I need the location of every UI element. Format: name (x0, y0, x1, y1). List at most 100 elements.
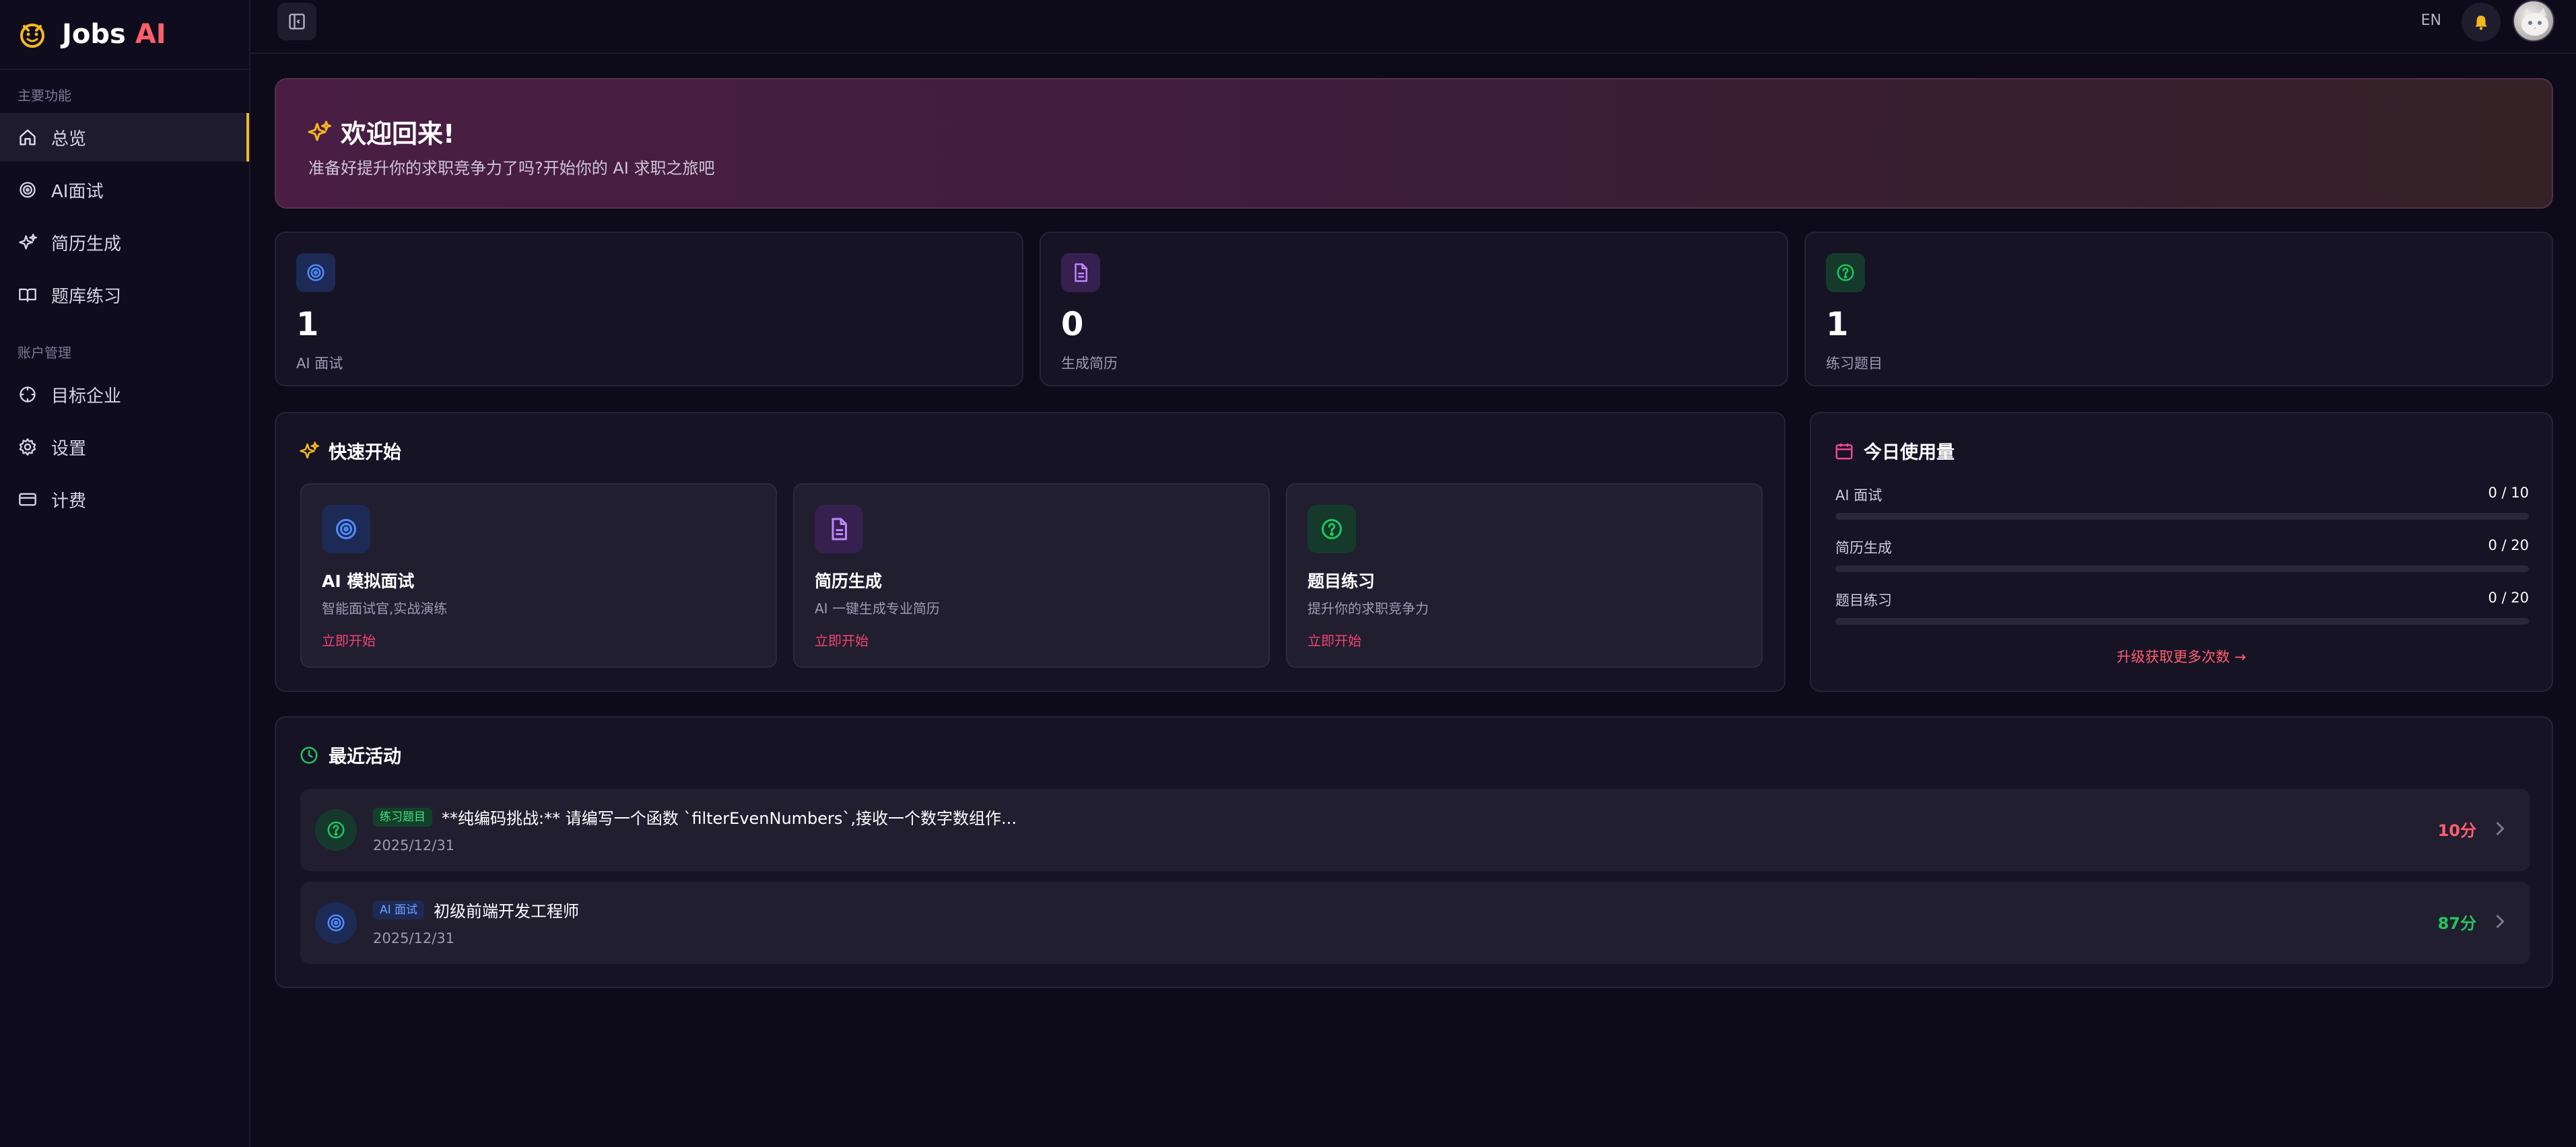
question-icon (1826, 253, 1865, 292)
calendar-icon (1834, 441, 1854, 461)
banner-title: 欢迎回来! (307, 113, 454, 150)
stat-label: AI 面试 (296, 355, 343, 372)
target-icon (18, 180, 38, 200)
document-icon (1061, 253, 1100, 292)
section-label-account: 账户管理 (18, 345, 71, 361)
stat-card-resumes: 0 生成简历 (1040, 232, 1788, 386)
card-description: AI 一键生成专业简历 (815, 600, 940, 617)
quick-start-card-resume[interactable]: 简历生成 AI 一键生成专业简历 立即开始 (793, 483, 1270, 668)
usage-value: 0 / 10 (2488, 485, 2529, 501)
upgrade-link[interactable]: 升级获取更多次数 → (1811, 646, 2552, 666)
sidebar-item-label: AI面试 (51, 181, 104, 202)
panel-title: 今日使用量 (1834, 438, 1955, 464)
credit-card-icon (18, 489, 38, 510)
usage-progress-bar (1835, 565, 2529, 572)
logo[interactable]: Jobs AI (0, 0, 249, 70)
sidebar-item-label: 目标企业 (51, 386, 122, 407)
activity-tag: AI 面试 (373, 900, 425, 919)
sparkles-icon (308, 120, 331, 141)
activity-date: 2025/12/31 (373, 930, 455, 946)
target-icon (322, 505, 370, 553)
sidebar-item-ai-interview[interactable]: AI面试 (0, 166, 249, 214)
stat-value: 0 (1061, 306, 1084, 343)
start-link[interactable]: 立即开始 (1308, 630, 1361, 650)
sparkles-icon (299, 441, 319, 461)
sidebar-toggle-button[interactable] (277, 3, 316, 40)
gear-icon (18, 437, 38, 457)
panel-title: 快速开始 (299, 438, 401, 464)
quick-start-panel: 快速开始 AI 模拟面试 智能面试官,实战演练 立即开始 简历生成 AI 一键生… (275, 412, 1786, 692)
stat-value: 1 (1826, 306, 1849, 343)
stat-value: 1 (296, 306, 319, 343)
sparkles-icon (18, 232, 38, 252)
sidebar-item-label: 简历生成 (51, 234, 122, 254)
usage-label: 简历生成 (1835, 540, 1892, 556)
panel-title: 最近活动 (299, 742, 401, 768)
app: Jobs AI 主要功能 总览 AI面试 简历生成 题库练习 账户管理 目标企业… (0, 0, 2576, 1147)
welcome-banner: 欢迎回来! 准备好提升你的求职竞争力了吗?开始你的 AI 求职之旅吧 (275, 78, 2553, 209)
activity-header: AI 面试 初级前端开发工程师 (373, 898, 579, 922)
usage-label: AI 面试 (1835, 487, 1883, 503)
activity-item[interactable]: AI 面试 初级前端开发工程师 2025/12/31 87分 (300, 882, 2530, 964)
sidebar-item-question-bank[interactable]: 题库练习 (0, 271, 249, 319)
card-title: 简历生成 (815, 571, 883, 591)
stat-label: 练习题目 (1826, 355, 1883, 372)
banner-subtitle: 准备好提升你的求职竞争力了吗?开始你的 AI 求职之旅吧 (308, 159, 715, 178)
activity-tag: 练习题目 (373, 807, 432, 827)
usage-value: 0 / 20 (2488, 537, 2529, 553)
chevron-right-icon (2494, 819, 2510, 839)
sidebar-item-label: 设置 (51, 438, 87, 459)
sidebar-item-label: 计费 (51, 491, 87, 512)
brand-name: Jobs AI (62, 19, 166, 50)
stat-card-questions: 1 练习题目 (1804, 232, 2553, 386)
sidebar-item-target-companies[interactable]: 目标企业 (0, 370, 249, 419)
sidebar-item-settings[interactable]: 设置 (0, 423, 249, 471)
avatar[interactable] (2513, 0, 2554, 42)
start-link[interactable]: 立即开始 (322, 630, 376, 650)
smiley-logo-icon (20, 24, 44, 48)
activity-item[interactable]: 练习题目 **纯编码挑战:** 请编写一个函数 `filterEvenNumbe… (300, 789, 2530, 871)
usage-progress-bar (1835, 618, 2529, 625)
language-switch[interactable]: EN (2421, 11, 2441, 31)
sidebar-item-overview[interactable]: 总览 (0, 113, 249, 162)
document-icon (815, 505, 863, 553)
question-icon (315, 809, 357, 851)
crosshair-icon (18, 384, 38, 405)
usage-label: 题目练习 (1835, 592, 1892, 609)
sidebar-item-resume[interactable]: 简历生成 (0, 218, 249, 267)
daily-usage-panel: 今日使用量 AI 面试 0 / 10 简历生成 0 / 20 题目练习 0 / … (1810, 412, 2553, 692)
home-icon (18, 127, 38, 147)
activity-score: 87分 (2437, 914, 2476, 933)
stat-card-ai-interview: 1 AI 面试 (275, 232, 1023, 386)
cat-avatar-icon (2521, 8, 2548, 36)
activity-score: 10分 (2437, 821, 2476, 840)
quick-start-card-interview[interactable]: AI 模拟面试 智能面试官,实战演练 立即开始 (300, 483, 777, 668)
quick-start-card-practice[interactable]: 题目练习 提升你的求职竞争力 立即开始 (1286, 483, 1763, 668)
stat-label: 生成简历 (1061, 355, 1118, 372)
usage-progress-bar (1835, 513, 2529, 520)
card-description: 提升你的求职竞争力 (1308, 600, 1429, 617)
card-title: AI 模拟面试 (322, 571, 415, 591)
activity-date: 2025/12/31 (373, 837, 455, 854)
activity-title: **纯编码挑战:** 请编写一个函数 `filterEvenNumbers`,接… (442, 809, 1017, 828)
target-icon (296, 253, 335, 292)
topbar: EN (250, 0, 2576, 54)
usage-value: 0 / 20 (2488, 590, 2529, 606)
card-description: 智能面试官,实战演练 (322, 600, 448, 617)
book-icon (18, 285, 38, 305)
clock-icon (299, 745, 319, 765)
sidebar-item-label: 题库练习 (51, 286, 122, 307)
section-label-main: 主要功能 (18, 88, 71, 104)
sidebar-item-billing[interactable]: 计费 (0, 475, 249, 524)
recent-activity-panel: 最近活动 练习题目 **纯编码挑战:** 请编写一个函数 `filterEven… (275, 716, 2553, 988)
card-title: 题目练习 (1308, 571, 1376, 591)
panel-left-icon (289, 13, 305, 30)
question-icon (1308, 505, 1356, 553)
activity-title: 初级前端开发工程师 (434, 902, 580, 921)
sidebar-item-label: 总览 (51, 129, 87, 149)
chevron-right-icon (2494, 911, 2510, 932)
target-icon (315, 902, 357, 944)
activity-header: 练习题目 **纯编码挑战:** 请编写一个函数 `filterEvenNumbe… (373, 805, 1017, 829)
notifications-button[interactable] (2462, 3, 2501, 42)
start-link[interactable]: 立即开始 (815, 630, 869, 650)
